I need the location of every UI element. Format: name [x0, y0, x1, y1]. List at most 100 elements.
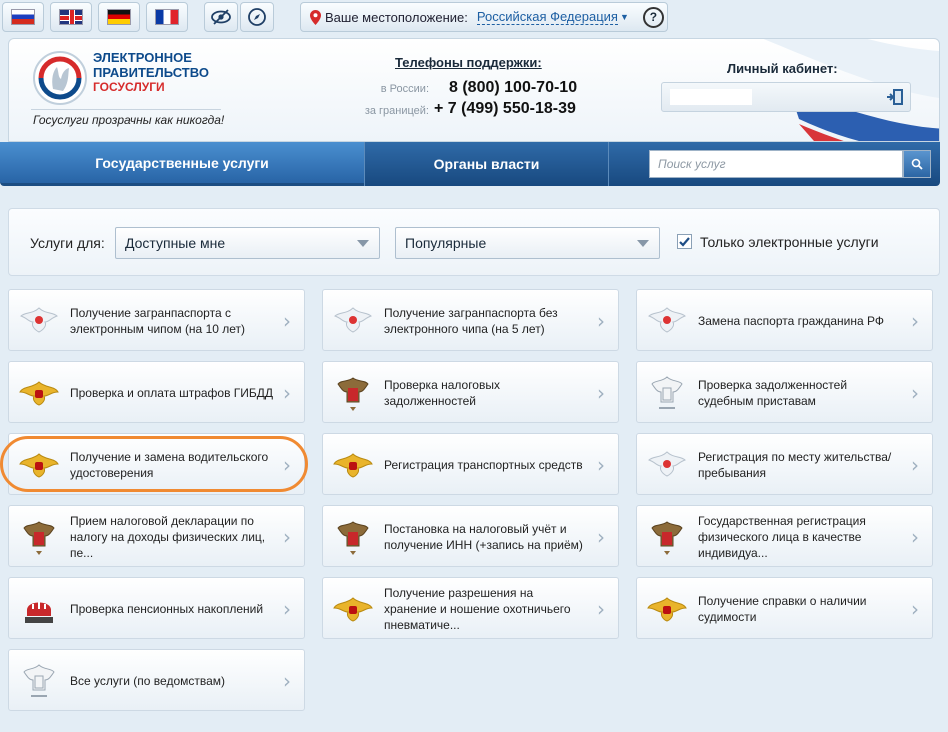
chevron-right-icon: ›	[911, 453, 919, 477]
chevron-right-icon: ›	[911, 381, 919, 405]
language-de-button[interactable]	[98, 2, 140, 32]
electronic-only-checkbox[interactable]	[677, 234, 692, 249]
service-card[interactable]: Прием налоговой декларации по налогу на …	[8, 505, 305, 567]
checkmark-icon	[679, 236, 690, 247]
logo-line-3: ГОСУСЛУГИ	[93, 80, 165, 94]
chevron-right-icon: ›	[911, 525, 919, 549]
chevron-right-icon: ›	[597, 597, 605, 621]
france-flag-icon	[155, 9, 179, 25]
search-area: Поиск услуг	[608, 142, 940, 186]
sort-select-value: Популярные	[405, 235, 487, 251]
tab-authorities-label: Органы власти	[433, 156, 540, 172]
russia-flag-icon	[11, 9, 35, 25]
logo-line-2: ПРАВИТЕЛЬСТВО	[93, 65, 209, 80]
compass-button[interactable]	[240, 2, 274, 32]
gosuslugi-logo-icon	[33, 51, 87, 105]
language-en-button[interactable]	[50, 2, 92, 32]
accessibility-button[interactable]	[204, 2, 238, 32]
tab-government-services[interactable]: Государственные услуги	[0, 142, 364, 186]
search-input[interactable]: Поиск услуг	[649, 150, 903, 178]
service-card-label: Проверка и оплата штрафов ГИБДД	[70, 386, 274, 400]
service-card[interactable]: Получение справки о наличии судимости ›	[636, 577, 933, 639]
eagle-white-icon	[647, 446, 687, 484]
login-door-icon[interactable]	[886, 88, 904, 106]
service-card[interactable]: Получение загранпаспорта без электронног…	[322, 289, 619, 351]
tab-government-services-label: Государственные услуги	[95, 154, 269, 171]
service-card-label: Проверка налоговых задолженностей	[384, 378, 500, 408]
service-filters: Услуги для: Доступные мне Популярные Тол…	[8, 208, 940, 276]
service-card[interactable]: Регистрация по месту жительства/пребыван…	[636, 433, 933, 495]
tab-authorities[interactable]: Органы власти	[364, 142, 608, 186]
chevron-right-icon: ›	[283, 381, 291, 405]
phone-russia: 8 (800) 100-70-10	[449, 79, 578, 96]
chevron-right-icon: ›	[911, 309, 919, 333]
chevron-right-icon: ›	[597, 525, 605, 549]
uk-flag-icon	[59, 9, 83, 25]
service-card[interactable]: Получение загранпаспорта с электронным ч…	[8, 289, 305, 351]
chevron-right-icon: ›	[597, 453, 605, 477]
service-card-label: Постановка на налоговый учёт и получение…	[384, 522, 583, 552]
service-card-label: Получение загранпаспорта без электронног…	[384, 306, 558, 336]
service-card[interactable]: Получение разрешения на хранение и ношен…	[322, 577, 619, 639]
location-selector[interactable]: Российская Федерация	[476, 9, 618, 25]
service-card-label: Государственная регистрация физического …	[698, 514, 866, 560]
chevron-down-icon	[637, 240, 649, 247]
eye-crossed-icon	[211, 9, 231, 25]
location-bar: Ваше местоположение: Российская Федераци…	[300, 2, 668, 32]
service-card-label: Получение разрешения на хранение и ношен…	[384, 586, 571, 632]
service-card[interactable]: Государственная регистрация физического …	[636, 505, 933, 567]
search-button[interactable]	[903, 150, 931, 178]
eagle-gold-icon	[19, 374, 59, 412]
audience-select-value: Доступные мне	[125, 235, 226, 251]
eagle-gold-icon	[647, 590, 687, 628]
germany-flag-icon	[107, 9, 131, 25]
service-card-label: Проверка задолженностей судебным пристав…	[698, 378, 848, 408]
service-card[interactable]: Постановка на налоговый учёт и получение…	[322, 505, 619, 567]
audience-select[interactable]: Доступные мне	[115, 227, 380, 259]
help-button[interactable]: ?	[642, 6, 664, 28]
tax-emblem-icon	[19, 518, 59, 556]
service-card-label: Замена паспорта гражданина РФ	[698, 314, 884, 328]
site-header: ЭЛЕКТРОННОЕ ПРАВИТЕЛЬСТВО ГОСУСЛУГИ Госу…	[8, 38, 940, 142]
logo-divider	[31, 109, 221, 110]
tax-emblem-icon	[333, 518, 373, 556]
eagle-gold-icon	[333, 446, 373, 484]
service-card-label: Регистрация по месту жительства/пребыван…	[698, 450, 892, 480]
service-card[interactable]: Проверка и оплата штрафов ГИБДД ›	[8, 361, 305, 423]
sort-select[interactable]: Популярные	[395, 227, 660, 259]
service-card-label: Все услуги (по ведомствам)	[70, 674, 226, 688]
cabinet-title: Личный кабинет:	[727, 61, 838, 76]
service-card-label: Получение справки о наличии судимости	[698, 594, 867, 624]
eagle-white-icon	[19, 302, 59, 340]
location-pin-icon	[310, 9, 321, 25]
phone-abroad-label: за границей:	[364, 105, 429, 117]
service-card[interactable]: Проверка налоговых задолженностей ›	[322, 361, 619, 423]
search-placeholder: Поиск услуг	[658, 157, 726, 171]
eagle-gold-icon	[333, 590, 373, 628]
tax-emblem-icon	[647, 518, 687, 556]
service-card[interactable]: Все услуги (по ведомствам) ›	[8, 649, 305, 711]
service-card-label: Регистрация транспортных средств	[384, 458, 583, 472]
phone-russia-label: в России:	[380, 83, 429, 95]
language-ru-button[interactable]	[2, 2, 44, 32]
logo-text[interactable]: ЭЛЕКТРОННОЕ ПРАВИТЕЛЬСТВО ГОСУСЛУГИ	[93, 50, 209, 95]
search-icon	[911, 158, 923, 170]
service-card-label: Прием налоговой декларации по налогу на …	[70, 514, 266, 560]
chevron-right-icon: ›	[597, 381, 605, 405]
chevron-right-icon: ›	[283, 525, 291, 549]
service-card[interactable]: Проверка пенсионных накоплений ›	[8, 577, 305, 639]
language-fr-button[interactable]	[146, 2, 188, 32]
service-card[interactable]: Регистрация транспортных средств ›	[322, 433, 619, 495]
service-card[interactable]: Проверка задолженностей судебным пристав…	[636, 361, 933, 423]
service-card[interactable]: Замена паспорта гражданина РФ ›	[636, 289, 933, 351]
bailiff-emblem-icon	[19, 662, 59, 700]
filter-label: Услуги для:	[30, 235, 105, 251]
chevron-down-icon: ▼	[619, 12, 629, 22]
bailiff-emblem-icon	[647, 374, 687, 412]
chevron-down-icon	[357, 240, 369, 247]
tax-emblem-icon	[333, 374, 373, 412]
cabinet-login-field[interactable]	[661, 82, 911, 112]
chevron-right-icon: ›	[597, 309, 605, 333]
electronic-only-label[interactable]: Только электронные услуги	[700, 234, 879, 250]
location-label: Ваше местоположение:	[325, 9, 468, 25]
